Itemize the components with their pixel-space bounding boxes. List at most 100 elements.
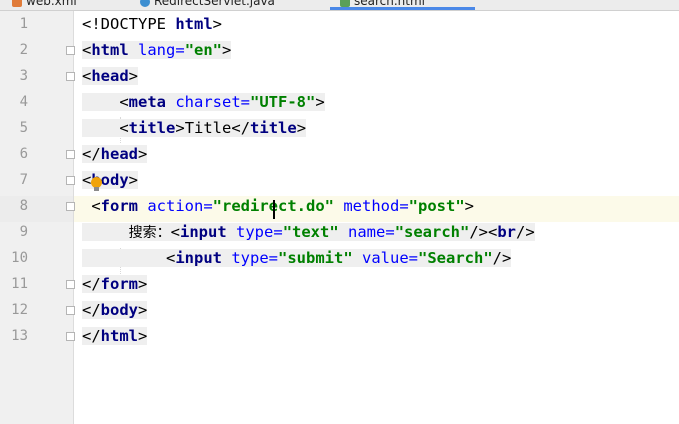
code-token: > bbox=[175, 119, 185, 137]
code-token: action= bbox=[147, 197, 213, 215]
line-number: 11 bbox=[11, 276, 28, 292]
code-line-content: <!DOCTYPE html> bbox=[82, 15, 222, 33]
lightbulb-icon-base bbox=[94, 187, 99, 191]
code-token: form bbox=[100, 197, 148, 215]
code-token: charset= bbox=[175, 93, 250, 111]
active-tab-indicator bbox=[330, 7, 475, 10]
code-line-content: </head> bbox=[82, 145, 148, 163]
tab-web-xml[interactable]: web.xml bbox=[12, 0, 77, 9]
code-token: </ bbox=[82, 275, 101, 293]
line-number: 9 bbox=[19, 224, 28, 240]
code-token: "UTF-8" bbox=[250, 93, 316, 111]
code-token: input bbox=[175, 249, 232, 267]
code-line[interactable]: </form> bbox=[82, 271, 148, 297]
code-line-content: </html> bbox=[82, 327, 148, 345]
code-token: </ bbox=[231, 119, 251, 137]
code-token: > bbox=[464, 197, 474, 215]
code-token: < bbox=[82, 197, 101, 215]
code-token: < bbox=[170, 223, 181, 241]
line-number: 4 bbox=[19, 94, 28, 110]
code-line[interactable]: <head> bbox=[82, 63, 139, 89]
code-token: > bbox=[138, 275, 148, 293]
code-token: > bbox=[138, 327, 148, 345]
code-token: html bbox=[175, 15, 213, 33]
code-line[interactable]: <meta charset="UTF-8"> bbox=[82, 89, 325, 115]
code-token: html bbox=[91, 41, 139, 59]
code-token: head bbox=[100, 145, 138, 163]
code-token: "text" bbox=[282, 223, 349, 241]
code-token: value= bbox=[362, 249, 418, 267]
code-line-content: </body> bbox=[82, 301, 148, 319]
code-token: "redirect.do" bbox=[212, 197, 344, 215]
code-token: body bbox=[100, 301, 138, 319]
code-token: "submit" bbox=[278, 249, 362, 267]
code-line-content: <html lang="en"> bbox=[82, 41, 232, 59]
fold-marker-icon[interactable] bbox=[66, 46, 75, 55]
code-token: > bbox=[138, 145, 148, 163]
code-token: < bbox=[82, 249, 176, 267]
code-token: </ bbox=[82, 301, 101, 319]
code-token: form bbox=[100, 275, 138, 293]
fold-marker-icon[interactable] bbox=[66, 72, 75, 81]
fold-marker-icon[interactable] bbox=[66, 176, 75, 185]
code-token: method= bbox=[343, 197, 409, 215]
code-token: Title bbox=[184, 119, 232, 137]
editor-tab-bar: web.xml RedirectServlet.java search.html bbox=[0, 0, 679, 11]
code-token: > bbox=[212, 15, 222, 33]
fold-marker-icon[interactable] bbox=[66, 150, 75, 159]
code-token: "post" bbox=[408, 197, 465, 215]
fold-marker-icon[interactable] bbox=[66, 280, 75, 289]
line-number: 12 bbox=[11, 302, 28, 318]
code-line[interactable]: </body> bbox=[82, 297, 148, 323]
code-line[interactable]: <form action="redirect.do" method="post"… bbox=[82, 193, 474, 219]
line-number: 6 bbox=[19, 146, 28, 162]
tab-redirect-servlet[interactable]: RedirectServlet.java bbox=[140, 0, 275, 9]
fold-marker-icon[interactable] bbox=[66, 202, 75, 211]
code-token: "en" bbox=[184, 41, 223, 59]
code-token: < bbox=[82, 171, 92, 189]
code-token: > bbox=[296, 119, 307, 137]
code-line[interactable]: <!DOCTYPE html> bbox=[82, 11, 222, 37]
code-line[interactable]: <input type="submit" value="Search"/> bbox=[82, 245, 512, 271]
code-line-content: 搜索：<input type="text" name="search"/><br… bbox=[82, 223, 535, 241]
code-line[interactable]: 搜索：<input type="text" name="search"/><br… bbox=[82, 219, 535, 245]
code-token: < bbox=[82, 93, 129, 111]
code-line-content: <input type="submit" value="Search"/> bbox=[82, 249, 512, 267]
code-token: </ bbox=[82, 145, 101, 163]
code-token: /> bbox=[492, 249, 512, 267]
code-token: <!DOCTYPE bbox=[82, 15, 176, 33]
code-line-content: </form> bbox=[82, 275, 148, 293]
code-line[interactable]: <title>Title</title> bbox=[82, 115, 307, 141]
line-number: 2 bbox=[19, 42, 28, 58]
line-number: 10 bbox=[11, 250, 28, 266]
code-token: type= bbox=[236, 223, 283, 241]
tab-label: RedirectServlet.java bbox=[154, 0, 275, 8]
code-line[interactable]: </head> bbox=[82, 141, 148, 167]
code-token: />< bbox=[469, 223, 498, 241]
code-token: 搜索： bbox=[128, 225, 171, 241]
code-line-content: <meta charset="UTF-8"> bbox=[82, 93, 325, 111]
code-token: "search" bbox=[394, 223, 470, 241]
code-token: > bbox=[128, 67, 139, 85]
text-caret bbox=[273, 200, 275, 219]
line-number: 13 bbox=[11, 328, 28, 344]
code-line-content: <title>Title</title> bbox=[82, 119, 307, 137]
code-token: < bbox=[82, 119, 129, 137]
code-token: lang= bbox=[138, 41, 185, 59]
code-token: > bbox=[138, 301, 148, 319]
xml-file-icon bbox=[12, 0, 22, 7]
fold-marker-icon[interactable] bbox=[66, 306, 75, 315]
code-line-content: <form action="redirect.do" method="post"… bbox=[82, 197, 474, 215]
code-token: title bbox=[128, 119, 176, 137]
code-token: html bbox=[100, 327, 138, 345]
tab-label: web.xml bbox=[26, 0, 77, 8]
code-line[interactable]: <html lang="en"> bbox=[82, 37, 232, 63]
code-token: /> bbox=[516, 223, 535, 241]
code-line[interactable]: </html> bbox=[82, 323, 148, 349]
line-number: 3 bbox=[19, 68, 28, 84]
fold-marker-icon[interactable] bbox=[66, 332, 75, 341]
line-number: 8 bbox=[19, 198, 28, 214]
code-token: > bbox=[315, 93, 325, 111]
line-number: 1 bbox=[19, 16, 28, 32]
